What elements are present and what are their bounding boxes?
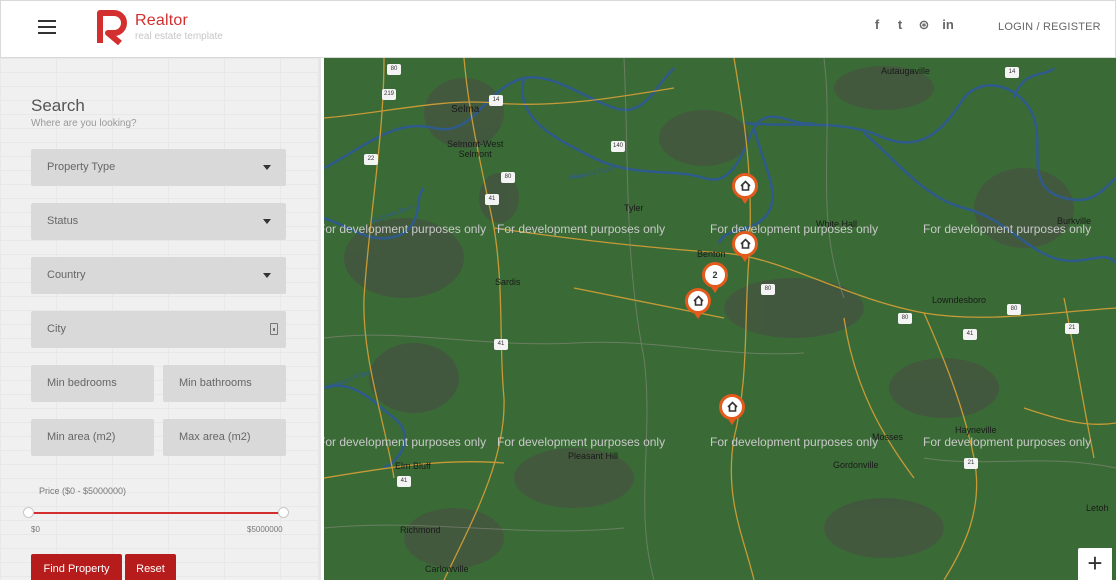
price-slider-track[interactable]	[28, 512, 284, 514]
hamburger-menu-icon[interactable]	[38, 20, 56, 34]
price-range-label: Price ($0 - $5000000)	[39, 486, 127, 496]
town-label: Carlowville	[425, 564, 469, 574]
realtor-logo[interactable]	[96, 9, 130, 45]
route-shield: 41	[963, 329, 977, 340]
property-marker[interactable]	[685, 288, 711, 319]
dev-watermark: For development purposes only	[710, 435, 879, 449]
property-type-select[interactable]: Property Type	[31, 149, 286, 186]
price-min-value: $0	[31, 525, 40, 534]
country-select[interactable]: Country	[31, 257, 286, 294]
price-max-value: $5000000	[247, 525, 283, 534]
route-shield: 21	[964, 458, 978, 469]
login-register-link[interactable]: LOGIN / REGISTER	[998, 21, 1101, 33]
dev-watermark: For development purposes only	[923, 435, 1092, 449]
house-icon	[740, 238, 751, 249]
dribbble-icon[interactable]: ⊛	[916, 17, 932, 33]
route-shield: 80	[1007, 304, 1021, 315]
find-property-button[interactable]: Find Property	[31, 554, 122, 580]
property-marker[interactable]	[732, 231, 758, 262]
town-label: Lowndesboro	[932, 295, 987, 305]
brand-tagline: real estate template	[135, 31, 223, 42]
town-label: Pleasant Hill	[568, 451, 619, 461]
dev-watermark: For development purposes only	[497, 222, 666, 236]
status-select[interactable]: Status	[31, 203, 286, 240]
property-marker[interactable]	[719, 394, 745, 425]
route-shield: 219	[382, 89, 396, 100]
map-canvas	[324, 58, 1116, 580]
route-shield: 14	[489, 95, 503, 106]
top-navbar: Realtor real estate template f t ⊛ in LO…	[0, 0, 1116, 58]
search-subtitle: Where are you looking?	[31, 118, 137, 129]
town-label: Sardis	[495, 277, 521, 287]
caret-down-icon	[263, 165, 271, 170]
status-label: Status	[47, 215, 79, 227]
house-icon	[740, 180, 751, 191]
dev-watermark: For development purposes only	[497, 435, 666, 449]
route-shield: 140	[611, 141, 625, 152]
town-label: Tyler	[624, 203, 644, 213]
max-area-input[interactable]: Max area (m2)	[163, 419, 286, 456]
route-shield: 41	[397, 476, 411, 487]
min-bedrooms-placeholder: Min bedrooms	[47, 377, 117, 389]
linkedin-icon[interactable]: in	[939, 17, 957, 33]
route-shield: 22	[364, 154, 378, 165]
route-shield: 41	[494, 339, 508, 350]
house-icon	[693, 295, 704, 306]
route-shield: 14	[1005, 67, 1019, 78]
twitter-icon[interactable]: t	[892, 17, 908, 33]
route-shield: 80	[761, 284, 775, 295]
town-label: Benton	[697, 249, 726, 259]
town-label: Letoh	[1086, 503, 1109, 513]
town-label: Elm Bluff	[395, 461, 431, 471]
max-area-placeholder: Max area (m2)	[179, 431, 251, 443]
min-bathrooms-placeholder: Min bathrooms	[179, 377, 252, 389]
zoom-in-button[interactable]: +	[1078, 548, 1112, 580]
min-area-placeholder: Min area (m2)	[47, 431, 116, 443]
route-shield: 80	[387, 64, 401, 75]
min-bedrooms-input[interactable]: Min bedrooms	[31, 365, 154, 402]
city-placeholder: City	[47, 323, 66, 335]
min-area-input[interactable]: Min area (m2)	[31, 419, 154, 456]
price-min-handle[interactable]	[23, 507, 34, 518]
town-label: Autaugaville	[881, 66, 931, 76]
search-sidebar: Search Where are you looking? Property T…	[0, 58, 321, 580]
brand-name[interactable]: Realtor	[135, 12, 188, 30]
search-title: Search	[31, 96, 85, 115]
route-shield: 80	[898, 313, 912, 324]
property-marker[interactable]	[732, 173, 758, 204]
town-label: Selma	[451, 104, 480, 115]
country-label: Country	[47, 269, 86, 281]
city-input[interactable]: City	[31, 311, 286, 348]
route-shield: 80	[501, 172, 515, 183]
route-shield: 41	[485, 194, 499, 205]
dev-watermark: For development purposes only	[324, 435, 487, 449]
facebook-icon[interactable]: f	[869, 17, 885, 33]
town-label: Gordonville	[833, 460, 879, 470]
dev-watermark: For development purposes only	[324, 222, 487, 236]
house-icon	[727, 401, 738, 412]
town-label: Hayneville	[955, 425, 997, 435]
price-max-handle[interactable]	[278, 507, 289, 518]
town-label: Selmont-West Selmont	[447, 139, 504, 159]
town-label: Richmond	[400, 525, 441, 535]
map-view[interactable]: 80 14 14 219 22 140 80 41 41 80 80 41 21…	[324, 58, 1116, 580]
route-shield: 21	[1065, 323, 1079, 334]
building-icon	[270, 323, 278, 335]
property-cluster-marker[interactable]: 2	[702, 262, 728, 293]
caret-down-icon	[263, 273, 271, 278]
dev-watermark: For development purposes only	[923, 222, 1092, 236]
min-bathrooms-input[interactable]: Min bathrooms	[163, 365, 286, 402]
reset-button[interactable]: Reset	[125, 554, 176, 580]
property-type-label: Property Type	[47, 161, 116, 173]
caret-down-icon	[263, 219, 271, 224]
